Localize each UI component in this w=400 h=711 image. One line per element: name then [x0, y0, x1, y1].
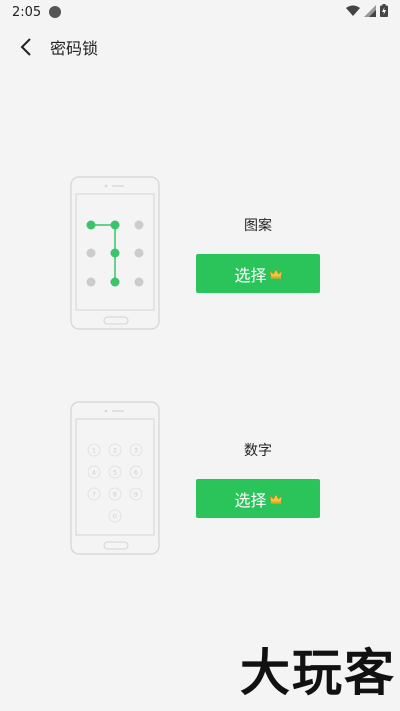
select-button-label: 选择: [234, 265, 267, 285]
battery-icon: [380, 4, 388, 17]
keypad-key: 9: [129, 487, 143, 501]
keypad-key: 7: [87, 487, 101, 501]
number-label: 数字: [244, 443, 272, 459]
number-option: 1 2 3 4 5 6 7 8 9 0 数字 选择: [0, 401, 400, 561]
keypad-digit: 1: [92, 447, 96, 455]
keypad-digit: 4: [92, 469, 96, 477]
keypad-digit: 9: [134, 491, 138, 499]
pattern-node: [86, 248, 96, 258]
wifi-icon: [346, 5, 360, 16]
pattern-node: [110, 248, 120, 258]
select-number-button[interactable]: 选择: [196, 479, 320, 518]
watermark-logo: 大玩客: [240, 644, 396, 702]
pattern-node: [86, 277, 96, 287]
keypad-digit: 3: [134, 447, 138, 455]
keypad-digit: 7: [92, 491, 96, 499]
pattern-node: [134, 220, 144, 230]
crown-icon: [269, 493, 282, 504]
keypad-key: 2: [108, 443, 122, 457]
pattern-phone-illustration: [70, 176, 160, 330]
keypad-key: 3: [129, 443, 143, 457]
keypad-key: 4: [87, 465, 101, 479]
status-bar: 2:05: [0, 0, 400, 24]
keypad-digit: 6: [134, 469, 138, 477]
pattern-node: [110, 220, 120, 230]
notification-dot-icon: [49, 6, 62, 18]
keypad-key: 1: [87, 443, 101, 457]
keypad-digit: 5: [113, 469, 117, 477]
keypad-key: 0: [108, 509, 122, 523]
pattern-node: [110, 277, 120, 287]
page-title: 密码锁: [50, 39, 99, 58]
status-icons: [346, 4, 388, 17]
app-bar: 密码锁: [0, 24, 400, 70]
keypad-key: 8: [108, 487, 122, 501]
back-button[interactable]: [6, 24, 46, 70]
pattern-node: [86, 220, 96, 230]
keypad-digit: 2: [113, 447, 117, 455]
select-button-label: 选择: [234, 490, 267, 510]
pattern-node: [134, 248, 144, 258]
chevron-left-icon: [20, 38, 31, 56]
keypad-digit: 0: [113, 513, 117, 521]
pattern-node: [134, 277, 144, 287]
keypad-digit: 8: [113, 491, 117, 499]
status-time: 2:05: [12, 4, 42, 20]
crown-icon: [269, 268, 282, 279]
pattern-label: 图案: [244, 218, 272, 234]
keypad-key: 6: [129, 465, 143, 479]
pattern-option: 图案 选择: [0, 176, 400, 336]
keypad-key: 5: [108, 465, 122, 479]
number-phone-illustration: 1 2 3 4 5 6 7 8 9 0: [70, 401, 160, 555]
signal-icon: [364, 4, 376, 17]
select-pattern-button[interactable]: 选择: [196, 254, 320, 293]
